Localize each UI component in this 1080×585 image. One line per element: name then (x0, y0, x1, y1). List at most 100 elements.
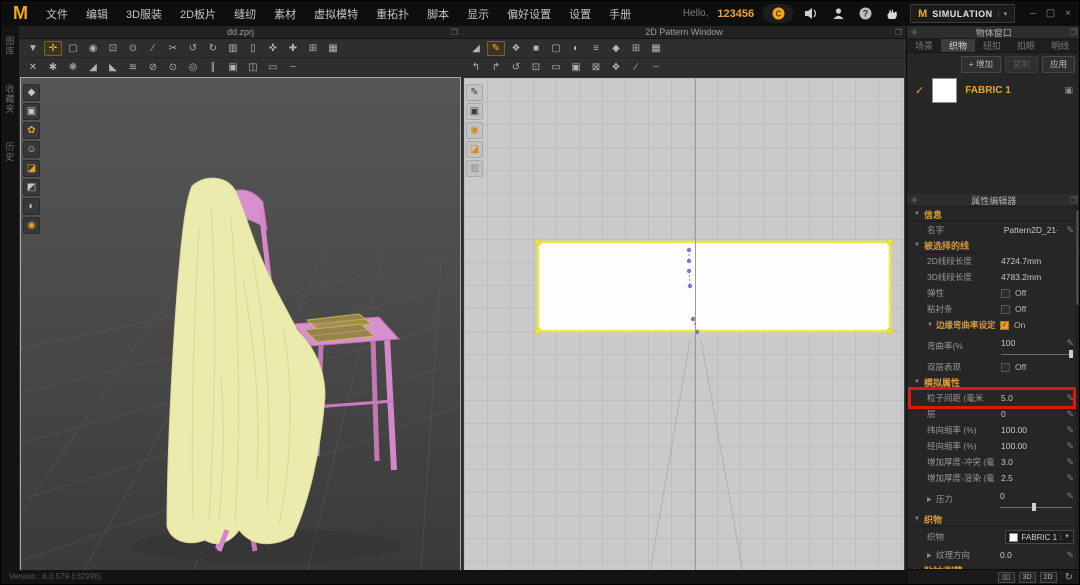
scrollbar-thumb[interactable] (1076, 210, 1080, 305)
edit-pencil-icon[interactable]: ✎ (1063, 550, 1074, 561)
edit-pencil-icon[interactable]: ✎ (1063, 225, 1074, 236)
collapsed-panel-tab[interactable]: 历史 (4, 142, 17, 162)
polygon-icon[interactable]: ■ (527, 41, 545, 56)
fabric-swatch[interactable] (932, 78, 957, 103)
shirt-pair-icon[interactable]: ▥ (224, 41, 242, 56)
copy-fabric-button[interactable]: 复制 (1005, 56, 1038, 73)
dock-pin-icon[interactable]: ✛ (911, 196, 918, 205)
sound-button[interactable] (802, 5, 820, 23)
field-value[interactable]: 3.0 (1001, 457, 1063, 467)
needle-icon[interactable]: ✱ (44, 60, 62, 75)
popout-icon[interactable]: ❐ (895, 26, 902, 39)
menu-item[interactable]: 脚本 (418, 2, 458, 26)
select-box-icon[interactable]: ▢ (64, 41, 82, 56)
menu-item[interactable]: 缝纫 (225, 2, 265, 26)
chevron-down-icon[interactable]: ▾ (998, 10, 1008, 18)
simulate-icon[interactable]: ▼ (24, 41, 42, 56)
globe-display-icon[interactable]: ◉ (23, 217, 40, 234)
texture-icon[interactable]: ❖ (607, 60, 625, 75)
curvature-slider[interactable] (1001, 354, 1073, 355)
popout-icon[interactable]: ❐ (1070, 196, 1077, 205)
fabric-display-icon[interactable]: ◩ (23, 179, 40, 196)
tab-fabric[interactable]: 织物 (941, 39, 975, 52)
gear-icon[interactable]: ✿ (23, 122, 40, 139)
sync-view-button[interactable]: ▯▯ (998, 572, 1015, 583)
menu-item[interactable]: 虚拟模特 (305, 2, 367, 26)
collapse-icon[interactable]: ▼ (927, 322, 936, 328)
pattern-piece[interactable] (535, 239, 893, 334)
edit-pencil-icon[interactable]: ✎ (1063, 409, 1074, 420)
view-3d-button[interactable]: 3D (1019, 572, 1036, 583)
coin-button[interactable]: C (763, 4, 793, 23)
add-pattern-icon[interactable]: ❖ (507, 41, 525, 56)
fabric-badge-icon[interactable]: ▣ (1064, 85, 1073, 96)
edit-pencil-icon[interactable]: ✎ (1063, 491, 1074, 502)
popout-icon[interactable]: ❐ (1070, 28, 1077, 37)
edit-pattern-icon[interactable]: ✎ (487, 41, 505, 56)
collapsed-panel-tab[interactable]: 收藏夹 (4, 84, 17, 114)
press-icon[interactable]: ⊘ (144, 60, 162, 75)
tab-buttonhole[interactable]: 扣眼 (1009, 39, 1043, 52)
ellipse-icon[interactable]: ◐ (567, 41, 585, 56)
guide-line-icon[interactable]: ┄ (647, 60, 665, 75)
shirt-front-icon[interactable]: ▯ (244, 41, 262, 56)
avatar-front-icon[interactable]: ✜ (264, 41, 282, 56)
edit-pencil-icon[interactable]: ✎ (1063, 338, 1074, 349)
add-fabric-button[interactable]: + 增加 (961, 56, 1001, 73)
ruler-icon[interactable]: ▭ (264, 60, 282, 75)
collapse-icon[interactable]: ▶ (927, 552, 936, 559)
info-icon[interactable]: ◉ (466, 122, 483, 139)
dock-pin-icon[interactable]: ✛ (911, 28, 918, 37)
menu-item[interactable]: 显示 (458, 2, 498, 26)
edit-pencil-icon[interactable]: ✎ (1063, 441, 1074, 452)
section-selected-line[interactable]: ▼ 被选择的线 (907, 238, 1080, 253)
collapsed-panel-tab[interactable]: 图库 (4, 36, 17, 56)
menu-item[interactable]: 偏好设置 (498, 2, 560, 26)
gesture-button[interactable] (883, 5, 901, 23)
grid-icon[interactable]: ⊞ (304, 41, 322, 56)
cloth-object[interactable] (167, 178, 325, 544)
zipper-icon[interactable]: ∥ (204, 60, 222, 75)
fabric-fold-icon[interactable]: ◪ (23, 160, 40, 177)
seam-icon[interactable]: ↱ (487, 60, 505, 75)
avatar-back-icon[interactable]: ✚ (284, 41, 302, 56)
edit-pencil-icon[interactable]: ✎ (1063, 457, 1074, 468)
2d-scene-canvas[interactable]: ✎▣◉◪▥ (463, 77, 905, 571)
curvature-checkbox[interactable]: ✓ (1000, 321, 1009, 330)
section-info[interactable]: ▼ 信息 (907, 207, 1080, 222)
button-icon[interactable]: ⊙ (164, 60, 182, 75)
collapse-icon[interactable]: ▼ (914, 516, 924, 522)
menu-item[interactable]: 编辑 (77, 2, 117, 26)
field-value[interactable]: 0.0 (1000, 550, 1063, 560)
shoe-display-icon[interactable]: ◆ (23, 84, 40, 101)
grid-icon[interactable]: ⊞ (627, 41, 645, 56)
fabric-tool-icon[interactable]: ◪ (466, 141, 483, 158)
gizmo-move-icon[interactable]: ✛ (44, 41, 62, 56)
measure-icon[interactable]: ┄ (284, 60, 302, 75)
fabric-dropdown[interactable]: FABRIC 1 ▼ (1005, 530, 1074, 544)
tape-checkbox[interactable] (1001, 305, 1010, 314)
minimize-button[interactable]: – (1030, 8, 1036, 19)
tab-scene[interactable]: 场景 (907, 39, 941, 52)
steam-icon[interactable]: ≋ (124, 60, 142, 75)
buttonhole-icon[interactable]: ◎ (184, 60, 202, 75)
help-button[interactable]: ? (856, 5, 874, 23)
restore-button[interactable]: ▢ (1046, 8, 1055, 19)
name-value[interactable]: Pattern2D_21· (1001, 225, 1063, 235)
double-layer-checkbox[interactable] (1001, 363, 1010, 372)
refresh-icon[interactable]: ↻ (1065, 572, 1073, 583)
clone-icon[interactable]: ⊡ (527, 60, 545, 75)
field-value[interactable]: 100.00 (1001, 425, 1063, 435)
unfold-icon[interactable]: ◣ (104, 60, 122, 75)
grid-strong-icon[interactable]: ▦ (647, 41, 665, 56)
panel-scrollbar[interactable] (1076, 208, 1080, 568)
rotate-icon[interactable]: ↺ (507, 60, 525, 75)
3d-scene-canvas[interactable]: ◆▣✿☺◪◩◐◉ (20, 77, 461, 571)
sewing-tool-icon[interactable]: ∕ (144, 41, 162, 56)
stitch-icon[interactable]: ⊠ (587, 60, 605, 75)
menu-item[interactable]: 文件 (37, 2, 77, 26)
edit-pencil-icon[interactable]: ✎ (1063, 473, 1074, 484)
field-value[interactable]: 2.5 (1001, 473, 1063, 483)
view-2d-button[interactable]: 2D (1040, 572, 1057, 583)
wall-icon[interactable]: ◫ (244, 60, 262, 75)
